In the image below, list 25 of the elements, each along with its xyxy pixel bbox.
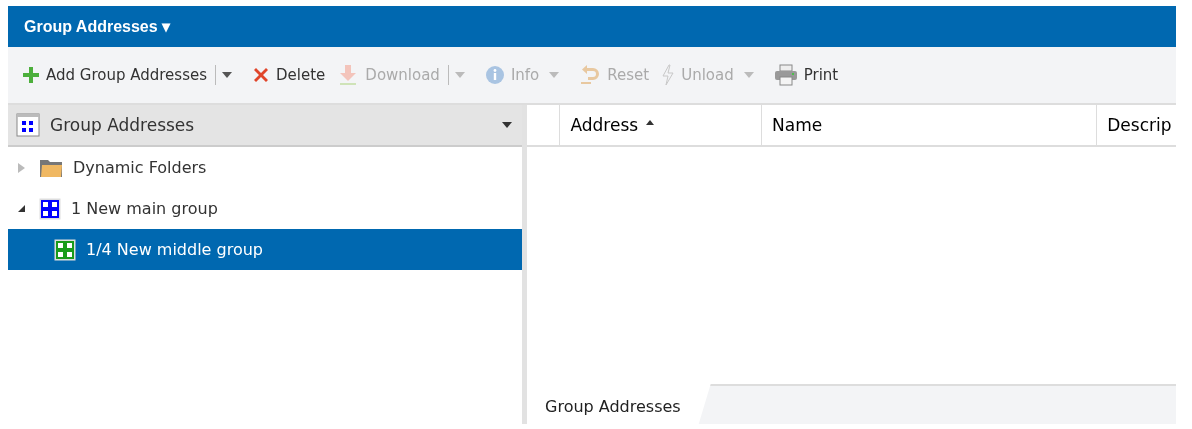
column-header[interactable]: Name [762,105,1098,145]
undo-icon [579,65,602,85]
view-dropdown[interactable]: Group Addresses ▾ [24,17,171,36]
lightning-icon [661,64,676,86]
tree-item[interactable]: Dynamic Folders [8,147,522,188]
toolbar-button[interactable]: Add Group Addresses [18,62,212,88]
close-icon [252,66,271,84]
plus-icon [22,66,40,84]
collapse-icon[interactable] [18,205,25,212]
column-header[interactable]: Address [560,105,762,145]
printer-icon [773,64,798,86]
toolbar-button[interactable]: Delete [248,62,330,88]
group-icon [39,197,61,220]
group-icon [54,238,76,261]
column-header[interactable]: Descrip [1097,105,1176,145]
info-icon [484,65,505,85]
tab[interactable]: Group Addresses [527,384,711,424]
sort-icon [646,119,655,125]
folder-icon [39,157,63,178]
panel-title: Group Addresses [50,115,196,135]
expand-icon[interactable] [18,162,25,173]
tree-item[interactable]: 1/4 New middle group [8,229,522,270]
toolbar-button[interactable]: Print [769,60,843,90]
grid-window-icon [16,113,40,137]
tree-item[interactable]: 1 New main group [8,188,522,229]
